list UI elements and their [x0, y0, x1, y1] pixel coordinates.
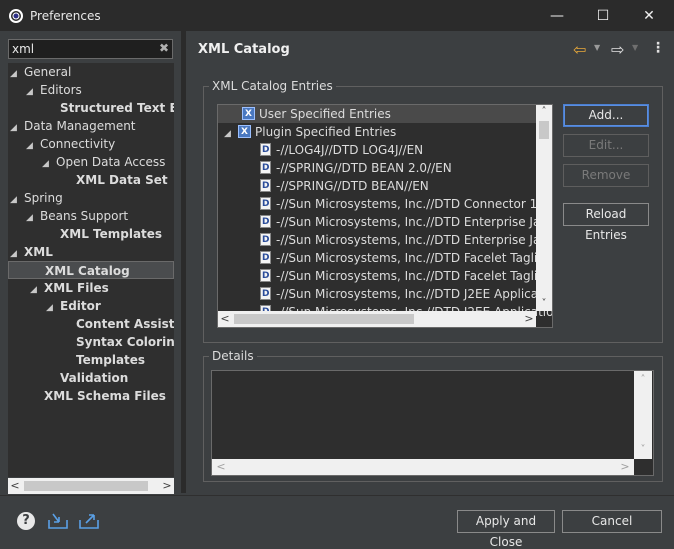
page-title: XML Catalog: [198, 42, 290, 57]
preference-tree: ◢General ◢Editors Structured Text Edi ◢D…: [8, 63, 174, 477]
tree-item-editors[interactable]: ◢ Editors: [26, 81, 82, 99]
remove-button[interactable]: Remove: [563, 164, 649, 187]
list-item[interactable]: -//LOG4J//DTD LOG4J//EN: [260, 141, 423, 159]
dtd-file-icon: [260, 249, 271, 267]
chevron-down-icon[interactable]: ▼: [632, 43, 638, 52]
dtd-file-icon: [260, 213, 271, 231]
edit-button[interactable]: Edit...: [563, 134, 649, 157]
list-item-plugin-entries[interactable]: ◢Plugin Specified Entries: [224, 123, 396, 141]
tree-item-xml-files[interactable]: ◢ XML Files: [30, 279, 109, 297]
details-vertical-scrollbar[interactable]: ˄ ˅: [634, 371, 652, 459]
scroll-left-icon[interactable]: <: [214, 459, 228, 475]
expand-toggle-icon[interactable]: ◢: [30, 281, 44, 299]
footer-separator: [0, 495, 674, 496]
import-icon[interactable]: [47, 512, 69, 530]
tree-item-data-management[interactable]: ◢ Data Management: [10, 117, 136, 135]
tree-item-editor[interactable]: ◢ Editor: [46, 297, 101, 315]
scroll-right-icon[interactable]: >: [522, 311, 536, 327]
catalog-entries-label: XML Catalog Entries: [209, 79, 336, 93]
eclipse-gear-icon: [9, 8, 23, 23]
chevron-down-icon[interactable]: ▼: [594, 43, 600, 52]
tree-item-xml[interactable]: ◢ XML: [10, 243, 53, 261]
expand-toggle-icon[interactable]: ◢: [10, 119, 24, 137]
expand-toggle-icon[interactable]: ◢: [42, 155, 56, 173]
list-item[interactable]: -//Sun Microsystems, Inc.//DTD Connector…: [260, 195, 552, 213]
tree-item-beans-support[interactable]: ◢ Beans Support: [26, 207, 128, 225]
list-item[interactable]: -//SPRING//DTD BEAN//EN: [260, 177, 429, 195]
expand-toggle-icon[interactable]: ◢: [26, 209, 40, 227]
scroll-thumb[interactable]: [539, 121, 549, 139]
expand-toggle-icon[interactable]: ◢: [224, 125, 238, 143]
expand-toggle-icon[interactable]: ◢: [10, 65, 24, 83]
scroll-left-icon[interactable]: <: [218, 311, 232, 327]
tree-item-connectivity[interactable]: ◢ Connectivity: [26, 135, 115, 153]
tree-item-xml-data-set[interactable]: XML Data Set: [76, 171, 168, 189]
tree-item-open-data-access[interactable]: ◢ Open Data Access: [42, 153, 165, 171]
tree-item-content-assist[interactable]: Content Assist: [76, 315, 174, 333]
entries-horizontal-scrollbar[interactable]: < >: [218, 311, 536, 327]
dtd-file-icon: [260, 177, 271, 195]
entries-vertical-scrollbar[interactable]: ˄ ˅: [536, 105, 552, 311]
list-item[interactable]: -//Sun Microsystems, Inc.//DTD Facelet T…: [260, 267, 552, 285]
clear-icon[interactable]: ✖: [159, 41, 169, 55]
close-window-button[interactable]: ✕: [626, 0, 672, 31]
tree-item-templates[interactable]: Templates: [76, 351, 145, 369]
scroll-down-icon[interactable]: ˅: [536, 297, 552, 311]
dtd-file-icon: [260, 267, 271, 285]
scroll-thumb[interactable]: [234, 314, 414, 324]
window-title: Preferences: [30, 8, 101, 23]
tree-horizontal-scrollbar[interactable]: < >: [8, 478, 174, 494]
list-item-user-entries[interactable]: User Specified Entries: [218, 105, 536, 123]
dtd-file-icon: [260, 231, 271, 249]
back-arrow-icon[interactable]: ⇦: [573, 40, 586, 59]
catalog-entries-tree[interactable]: User Specified Entries ◢Plugin Specified…: [217, 104, 553, 328]
expand-toggle-icon[interactable]: ◢: [26, 83, 40, 101]
scroll-thumb[interactable]: [24, 481, 148, 491]
maximize-button[interactable]: ☐: [580, 0, 626, 31]
list-item[interactable]: -//Sun Microsystems, Inc.//DTD Facelet T…: [260, 249, 552, 267]
tree-item-syntax-coloring[interactable]: Syntax Coloring: [76, 333, 174, 351]
minimize-button[interactable]: —: [534, 0, 580, 31]
tree-item-xml-schema-files[interactable]: XML Schema Files: [44, 387, 166, 405]
scroll-right-icon[interactable]: >: [160, 478, 174, 494]
details-label: Details: [209, 349, 257, 363]
tree-item-xml-templates[interactable]: XML Templates: [60, 225, 162, 243]
list-item[interactable]: -//Sun Microsystems, Inc.//DTD Enterpris…: [260, 231, 552, 249]
xml-catalog-icon: [238, 123, 251, 141]
dtd-file-icon: [260, 285, 271, 303]
details-horizontal-scrollbar[interactable]: < >: [212, 459, 634, 475]
tree-item-spring[interactable]: ◢ Spring: [10, 189, 63, 207]
export-icon[interactable]: [78, 512, 100, 530]
expand-toggle-icon[interactable]: ◢: [46, 299, 60, 317]
list-item[interactable]: -//Sun Microsystems, Inc.//DTD Enterpris…: [260, 213, 552, 231]
tree-item-xml-catalog[interactable]: XML Catalog: [8, 261, 174, 279]
tree-item-structured-text-editors[interactable]: Structured Text Edi: [60, 99, 174, 117]
filter-field[interactable]: ✖: [8, 39, 173, 59]
page-header: XML Catalog ⇦ ▼ ⇨ ▼ ⋮: [186, 31, 674, 69]
scroll-up-icon[interactable]: ˄: [634, 373, 652, 387]
filter-input[interactable]: [9, 40, 149, 58]
forward-arrow-icon[interactable]: ⇨: [611, 40, 624, 59]
scroll-right-icon[interactable]: >: [618, 459, 632, 475]
scroll-up-icon[interactable]: ˄: [536, 105, 552, 119]
dtd-file-icon: [260, 195, 271, 213]
tree-item-general[interactable]: ◢ General: [10, 63, 71, 81]
xml-catalog-icon: [242, 105, 255, 123]
tree-item-validation[interactable]: Validation: [60, 369, 128, 387]
reload-entries-button[interactable]: Reload Entries: [563, 203, 649, 242]
help-icon[interactable]: ?: [17, 512, 35, 530]
scroll-down-icon[interactable]: ˅: [634, 443, 652, 457]
list-item[interactable]: -//SPRING//DTD BEAN 2.0//EN: [260, 159, 452, 177]
dtd-file-icon: [260, 159, 271, 177]
dtd-file-icon: [260, 141, 271, 159]
scroll-left-icon[interactable]: <: [8, 478, 22, 494]
list-item[interactable]: -//Sun Microsystems, Inc.//DTD J2EE Appl…: [260, 285, 552, 303]
sash-splitter[interactable]: [181, 31, 186, 493]
view-menu-icon[interactable]: ⋮: [651, 40, 665, 56]
add-button[interactable]: Add...: [563, 104, 649, 127]
apply-and-close-button[interactable]: Apply and Close: [457, 510, 555, 549]
cancel-button[interactable]: Cancel: [562, 510, 662, 533]
expand-toggle-icon[interactable]: ◢: [10, 191, 24, 209]
expand-toggle-icon[interactable]: ◢: [26, 137, 40, 155]
